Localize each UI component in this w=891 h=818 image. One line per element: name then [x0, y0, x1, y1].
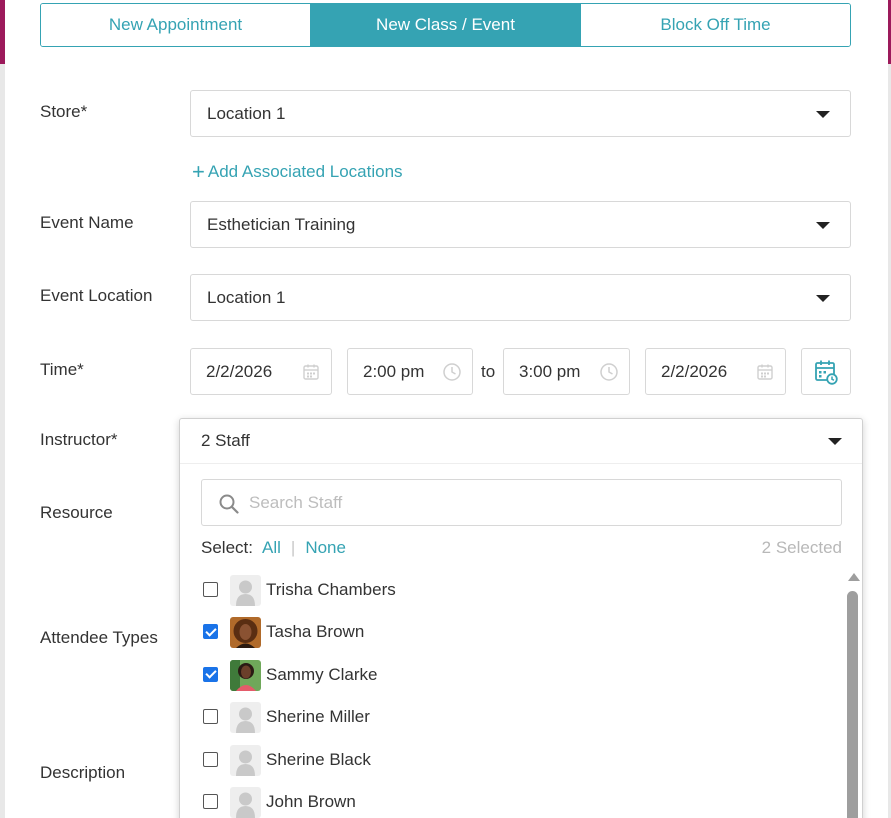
store-label: Store*	[40, 102, 88, 121]
staff-checkbox[interactable]	[203, 751, 218, 767]
select-controls: Select: All | None 2 Selected	[201, 537, 842, 559]
staff-list-item[interactable]: Sherine Miller	[180, 696, 840, 738]
add-associated-locations-label: Add Associated Locations	[207, 162, 403, 181]
page-header-accent-left	[0, 0, 5, 64]
staff-name: John Brown	[266, 791, 356, 811]
calendar-icon	[303, 364, 319, 380]
end-time-value: 3:00 pm	[519, 361, 581, 381]
avatar-photo	[230, 659, 261, 691]
scrollbar-thumb[interactable]	[847, 591, 858, 818]
avatar-placeholder	[230, 575, 261, 606]
tab-new-class-event[interactable]: New Class / Event	[310, 4, 580, 46]
end-time-field[interactable]: 3:00 pm	[503, 348, 630, 395]
start-time-value: 2:00 pm	[363, 361, 425, 381]
staff-list-item[interactable]: Sammy Clarke	[180, 654, 840, 696]
calendar-icon	[757, 364, 773, 380]
clock-icon	[600, 363, 618, 381]
tab-new-appointment[interactable]: New Appointment	[41, 4, 310, 46]
staff-name: Trisha Chambers	[266, 580, 396, 599]
description-label: Description	[40, 763, 126, 782]
page-background-left	[0, 0, 5, 818]
search-staff-input[interactable]	[249, 490, 809, 516]
avatar-placeholder	[230, 702, 261, 734]
end-date-value: 2/2/2026	[661, 361, 728, 381]
event-location-value: Location 1	[207, 287, 286, 307]
recurring-calendar-button[interactable]	[801, 348, 851, 395]
add-associated-locations-link[interactable]: + Add Associated Locations	[192, 159, 403, 184]
instructor-value: 2 Staff	[201, 431, 250, 450]
clock-icon	[443, 363, 461, 381]
event-name-label: Event Name	[40, 213, 134, 232]
chevron-down-icon	[816, 221, 830, 229]
time-range-to-label: to	[481, 362, 496, 381]
search-icon	[219, 494, 239, 514]
avatar-photo	[230, 617, 261, 649]
tab-block-off-time[interactable]: Block Off Time	[580, 4, 850, 46]
time-label: Time*	[40, 360, 84, 379]
staff-checkbox[interactable]	[203, 709, 218, 725]
chevron-down-icon	[828, 438, 842, 445]
scroll-up-arrow-icon[interactable]	[848, 573, 860, 581]
store-value: Location 1	[207, 103, 286, 123]
staff-list-item[interactable]: Sherine Black	[180, 739, 840, 781]
select-label: Select:	[201, 538, 253, 557]
select-none-link[interactable]: None	[305, 538, 346, 558]
attendee-types-label: Attendee Types	[40, 628, 158, 647]
chevron-down-icon	[816, 110, 830, 118]
staff-list-item[interactable]: John Brown	[180, 781, 840, 818]
divider	[180, 463, 862, 464]
avatar-placeholder	[230, 786, 261, 818]
instructor-select[interactable]: 2 Staff	[180, 419, 862, 463]
staff-list: Trisha Chambers Tasha Brown Sammy Clarke…	[180, 569, 840, 818]
select-all-link[interactable]: All	[262, 538, 281, 558]
event-name-value: Esthetician Training	[207, 214, 356, 234]
event-location-label: Event Location	[40, 286, 153, 305]
plus-icon: +	[192, 159, 205, 184]
instructor-dropdown: 2 Staff Select: All | None 2 Selected Tr…	[179, 418, 863, 818]
staff-checkbox[interactable]	[203, 793, 218, 809]
store-select[interactable]: Location 1	[190, 90, 851, 137]
staff-name: Tasha Brown	[266, 622, 365, 642]
chevron-down-icon	[816, 294, 830, 302]
start-date-value: 2/2/2026	[206, 361, 273, 381]
instructor-label: Instructor*	[40, 430, 118, 449]
avatar-placeholder	[230, 744, 261, 776]
staff-search	[201, 479, 842, 526]
start-time-field[interactable]: 2:00 pm	[347, 348, 473, 395]
staff-checkbox[interactable]	[203, 666, 218, 682]
staff-checkbox[interactable]	[203, 582, 218, 597]
staff-checkbox[interactable]	[203, 624, 218, 640]
resource-label: Resource	[40, 503, 113, 522]
staff-list-scrollbar[interactable]	[846, 571, 860, 818]
end-date-field[interactable]: 2/2/2026	[645, 348, 786, 395]
staff-name: Sherine Black	[266, 749, 371, 769]
staff-list-item[interactable]: Tasha Brown	[180, 611, 840, 653]
booking-type-tabs: New Appointment New Class / Event Block …	[40, 3, 851, 47]
event-location-select[interactable]: Location 1	[190, 274, 851, 321]
start-date-field[interactable]: 2/2/2026	[190, 348, 332, 395]
select-divider: |	[290, 538, 296, 557]
staff-name: Sammy Clarke	[266, 664, 378, 684]
selected-count: 2 Selected	[761, 538, 842, 557]
staff-list-item[interactable]: Trisha Chambers	[180, 569, 840, 611]
event-name-select[interactable]: Esthetician Training	[190, 201, 851, 248]
calendar-repeat-icon	[815, 360, 838, 385]
staff-name: Sherine Miller	[266, 707, 370, 727]
